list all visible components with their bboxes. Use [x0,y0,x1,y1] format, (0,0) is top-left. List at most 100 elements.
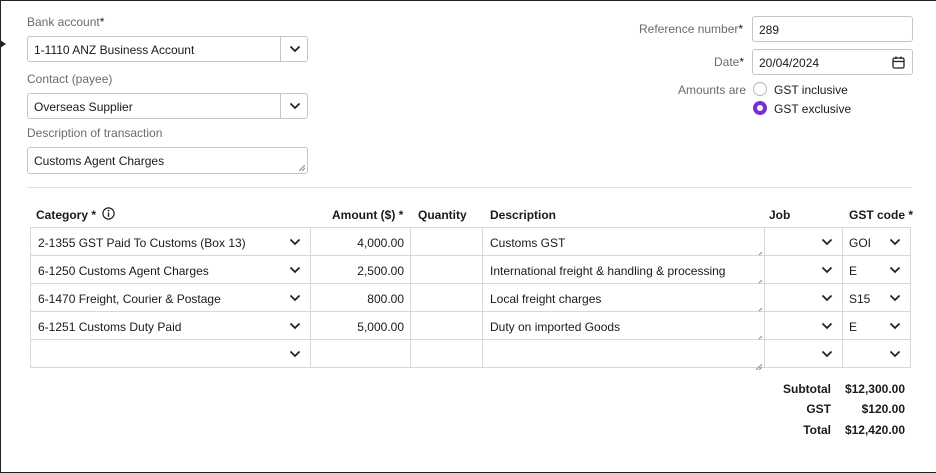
cell-text: Customs GST [490,236,566,250]
cell-job[interactable] [764,311,843,340]
cell-text: 6-1470 Freight, Courier & Postage [38,292,221,306]
cell-description[interactable] [482,339,765,371]
resize-handle-icon[interactable] [755,331,763,343]
cell-text: Duty on imported Goods [490,320,621,334]
cell-category[interactable]: 2-1355 GST Paid To Customs (Box 13) [30,227,311,256]
chevron-down-icon[interactable] [889,322,901,330]
total-label: Total [803,423,831,437]
chevron-down-icon[interactable] [889,266,901,274]
description-textarea[interactable]: Customs Agent Charges [27,147,308,174]
cursor-arrow-icon [0,40,6,48]
description-label: Description of transaction [27,126,163,140]
cell-job[interactable] [764,255,843,284]
info-icon[interactable] [102,207,115,220]
reference-label: Reference number* [639,22,744,36]
cell-text: Local freight charges [490,292,602,306]
cell-description[interactable]: International freight & handling & proce… [482,255,765,287]
cell-text: 6-1250 Customs Agent Charges [38,264,209,278]
col-header-amount: Amount ($) * [332,208,404,222]
resize-handle-icon[interactable] [755,247,763,259]
chevron-down-icon[interactable] [821,350,833,358]
cell-job[interactable] [764,283,843,312]
date-value: 20/04/2024 [759,56,820,70]
resize-handle-icon[interactable] [755,275,763,287]
bank-account-label: Bank account* [27,15,105,29]
reference-input[interactable]: 289 [752,16,913,42]
calendar-icon[interactable] [892,56,905,69]
gst-exclusive-radio[interactable] [753,101,767,115]
cell-description[interactable]: Local freight charges [482,283,765,315]
date-label: Date* [714,55,745,69]
cell-gst-code[interactable]: E [842,255,911,284]
contact-dropdown-button[interactable] [280,94,307,118]
chevron-down-icon[interactable] [289,322,301,330]
bank-account-value: 1-1110 ANZ Business Account [34,43,195,57]
gst-exclusive-label[interactable]: GST exclusive [774,102,851,116]
cell-gst-code[interactable]: S15 [842,283,911,312]
gst-total-label: GST [806,402,831,416]
date-input[interactable]: 20/04/2024 [752,49,913,75]
cell-quantity[interactable] [410,227,483,256]
cell-quantity[interactable] [410,339,483,368]
chevron-down-icon[interactable] [889,350,901,358]
cell-description[interactable]: Duty on imported Goods [482,311,765,343]
gst-inclusive-label[interactable]: GST inclusive [774,83,848,97]
chevron-down-icon[interactable] [821,266,833,274]
description-value: Customs Agent Charges [34,154,165,168]
col-header-category: Category * [36,208,97,222]
cell-job[interactable] [764,339,843,368]
chevron-down-icon[interactable] [821,322,833,330]
cell-text: International freight & handling & proce… [490,264,726,278]
chevron-down-icon[interactable] [289,238,301,246]
cell-category[interactable]: 6-1470 Freight, Courier & Postage [30,283,311,312]
cell-text: 6-1251 Customs Duty Paid [38,320,182,334]
bank-account-dropdown-button[interactable] [280,37,307,61]
cell-text: 2-1355 GST Paid To Customs (Box 13) [38,236,246,250]
cell-gst-code[interactable]: E [842,311,911,340]
bank-account-select[interactable]: 1-1110 ANZ Business Account [27,36,308,62]
cell-amount[interactable]: 800.00 [310,283,411,312]
resize-handle-icon[interactable] [299,165,305,171]
cell-category[interactable]: 6-1251 Customs Duty Paid [30,311,311,340]
contact-label: Contact (payee) [27,72,113,86]
resize-handle-icon[interactable] [755,303,763,315]
cell-text: E [849,320,858,334]
cell-amount[interactable]: 2,500.00 [310,255,411,284]
cell-quantity[interactable] [410,255,483,284]
gst-inclusive-radio[interactable] [753,82,767,96]
chevron-down-icon[interactable] [289,294,301,302]
col-header-quantity: Quantity [418,208,467,222]
chevron-down-icon[interactable] [821,294,833,302]
cell-text: 2,500.00 [357,264,404,278]
cell-text: GOI [849,236,872,250]
chevron-down-icon[interactable] [889,294,901,302]
cell-amount[interactable]: 4,000.00 [310,227,411,256]
col-header-job: Job [769,208,791,222]
cell-amount[interactable]: 5,000.00 [310,311,411,340]
resize-handle-icon[interactable] [755,359,763,371]
cell-job[interactable] [764,227,843,256]
cell-amount[interactable] [310,339,411,368]
chevron-down-icon [289,102,301,110]
reference-value: 289 [759,23,780,37]
cell-quantity[interactable] [410,283,483,312]
cell-text: E [849,264,858,278]
cell-quantity[interactable] [410,311,483,340]
cell-category[interactable] [30,339,311,368]
cell-text: 4,000.00 [357,236,404,250]
col-header-gst-code: GST code * [849,208,914,222]
chevron-down-icon[interactable] [889,238,901,246]
cell-gst-code[interactable]: GOI [842,227,911,256]
cell-gst-code[interactable] [842,339,911,368]
gst-total-value: $120.00 [861,402,905,416]
chevron-down-icon[interactable] [821,238,833,246]
contact-select[interactable]: Overseas Supplier [27,93,308,119]
cell-text: 5,000.00 [357,320,404,334]
cell-text: 800.00 [367,292,404,306]
section-divider [27,187,912,188]
cell-description[interactable]: Customs GST [482,227,765,259]
cell-category[interactable]: 6-1250 Customs Agent Charges [30,255,311,284]
total-value: $12,420.00 [844,423,905,437]
chevron-down-icon[interactable] [289,350,301,358]
chevron-down-icon[interactable] [289,266,301,274]
